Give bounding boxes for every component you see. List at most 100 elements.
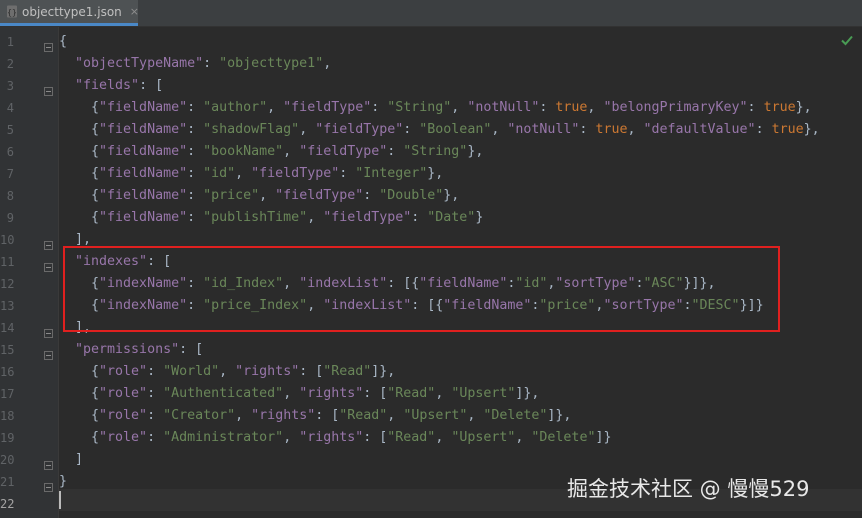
fold-toggle-icon[interactable] xyxy=(44,345,53,360)
code-token: }, xyxy=(467,144,484,159)
code-line: {"fieldName": "shadowFlag", "fieldType":… xyxy=(59,119,820,141)
code-line: "fields": [ xyxy=(59,75,163,97)
code-token: ], xyxy=(59,232,92,247)
code-token: "String" xyxy=(403,144,468,159)
code-token: "fieldName" xyxy=(99,166,188,181)
code-token: "author" xyxy=(203,100,268,115)
code-token: "Delete" xyxy=(483,408,548,423)
code-token: , xyxy=(283,144,300,159)
code-token: , xyxy=(467,408,484,423)
code-token: "Read" xyxy=(323,364,372,379)
code-token: "rights" xyxy=(299,430,364,445)
fold-toggle-icon[interactable] xyxy=(44,81,53,96)
code-token: , xyxy=(515,430,532,445)
code-token: "Read" xyxy=(387,430,436,445)
code-token: "fieldType" xyxy=(315,122,404,137)
close-icon[interactable]: × xyxy=(130,5,139,18)
code-token: "notNull" xyxy=(507,122,580,137)
line-number: 9 xyxy=(6,211,14,225)
code-token: "fieldName" xyxy=(99,122,188,137)
code-token: "fieldType" xyxy=(283,100,372,115)
code-token: : xyxy=(187,122,204,137)
code-token: "fieldName" xyxy=(99,188,188,203)
line-number: 15 xyxy=(0,343,15,357)
line-number: 13 xyxy=(0,299,15,313)
code-token: ]}, xyxy=(547,408,572,423)
fold-toggle-icon[interactable] xyxy=(44,477,53,492)
line-number-gutter: 1 2 3 4 5 6 7 8 9 10 11 12 13 14 15 16 17 18 19 20 21 22 xyxy=(0,27,59,518)
code-token: "fieldName" xyxy=(99,100,188,115)
code-line: {"role": "Authenticated", "rights": ["Re… xyxy=(59,383,539,405)
fold-toggle-icon[interactable] xyxy=(44,455,53,470)
code-token: , xyxy=(235,408,252,423)
code-token: "World" xyxy=(163,364,220,379)
code-line: } xyxy=(59,471,67,493)
svg-text:{}: {} xyxy=(7,8,17,17)
code-token: } xyxy=(59,474,68,489)
code-token: : xyxy=(339,166,356,181)
code-token: , xyxy=(323,56,332,71)
check-icon[interactable] xyxy=(840,32,854,46)
line-number: 14 xyxy=(0,321,15,335)
code-line: { xyxy=(59,31,67,53)
fold-toggle-icon[interactable] xyxy=(44,323,53,338)
code-token: { xyxy=(59,408,100,423)
code-token: , xyxy=(491,122,508,137)
line-number: 8 xyxy=(6,189,14,203)
tab-objecttype1-json[interactable]: {} objecttype1.json × xyxy=(0,0,139,26)
code-token: : xyxy=(147,386,164,401)
code-token: "Boolean" xyxy=(419,122,492,137)
editor-tab-bar: {} objecttype1.json × xyxy=(0,0,862,27)
code-token: { xyxy=(59,188,100,203)
code-line: "objectTypeName": "objecttype1", xyxy=(59,53,331,75)
code-token: }, xyxy=(795,100,812,115)
code-token: "objecttype1" xyxy=(219,56,324,71)
code-token: "Creator" xyxy=(163,408,236,423)
code-token: true xyxy=(595,122,628,137)
line-number: 4 xyxy=(6,101,14,115)
fold-toggle-icon[interactable] xyxy=(44,37,53,52)
code-token: "rights" xyxy=(235,364,300,379)
fold-toggle-icon[interactable] xyxy=(44,257,53,272)
code-line: ] xyxy=(59,449,83,471)
line-number: 10 xyxy=(0,233,15,247)
line-number: 1 xyxy=(6,35,14,49)
code-token: "defaultValue" xyxy=(643,122,756,137)
code-token: , xyxy=(435,386,452,401)
code-token: : [ xyxy=(179,342,204,357)
code-token: , xyxy=(267,100,284,115)
code-token: : xyxy=(187,100,204,115)
code-token: "notNull" xyxy=(467,100,540,115)
code-token: "permissions" xyxy=(75,342,180,357)
code-token: { xyxy=(59,166,100,181)
code-token: "objectTypeName" xyxy=(75,56,204,71)
line-number: 2 xyxy=(6,57,14,71)
line-number: 5 xyxy=(6,123,14,137)
text-caret xyxy=(59,491,61,509)
code-token: : xyxy=(755,122,772,137)
code-token: : xyxy=(147,364,164,379)
code-line: "permissions": [ xyxy=(59,339,203,361)
code-token: : xyxy=(187,144,204,159)
code-token: { xyxy=(59,122,100,137)
code-token: ]} xyxy=(595,430,612,445)
code-token: "fieldType" xyxy=(275,188,364,203)
tab-title: objecttype1.json xyxy=(22,4,122,19)
line-number: 7 xyxy=(6,167,14,181)
code-line: {"role": "World", "rights": ["Read"]}, xyxy=(59,361,395,383)
fold-toggle-icon[interactable] xyxy=(44,235,53,250)
line-number: 21 xyxy=(0,475,15,489)
code-token: "Delete" xyxy=(531,430,596,445)
code-token: : xyxy=(411,210,428,225)
line-number: 11 xyxy=(0,255,15,269)
code-token: "publishTime" xyxy=(203,210,308,225)
code-token: , xyxy=(435,430,452,445)
code-token: "Date" xyxy=(427,210,476,225)
code-token: "Double" xyxy=(379,188,444,203)
code-token: }, xyxy=(803,122,820,137)
code-token: "fieldType" xyxy=(251,166,340,181)
code-token: }, xyxy=(427,166,444,181)
code-token: ] xyxy=(59,452,84,467)
code-token: : [ xyxy=(363,386,388,401)
code-token: , xyxy=(259,188,276,203)
